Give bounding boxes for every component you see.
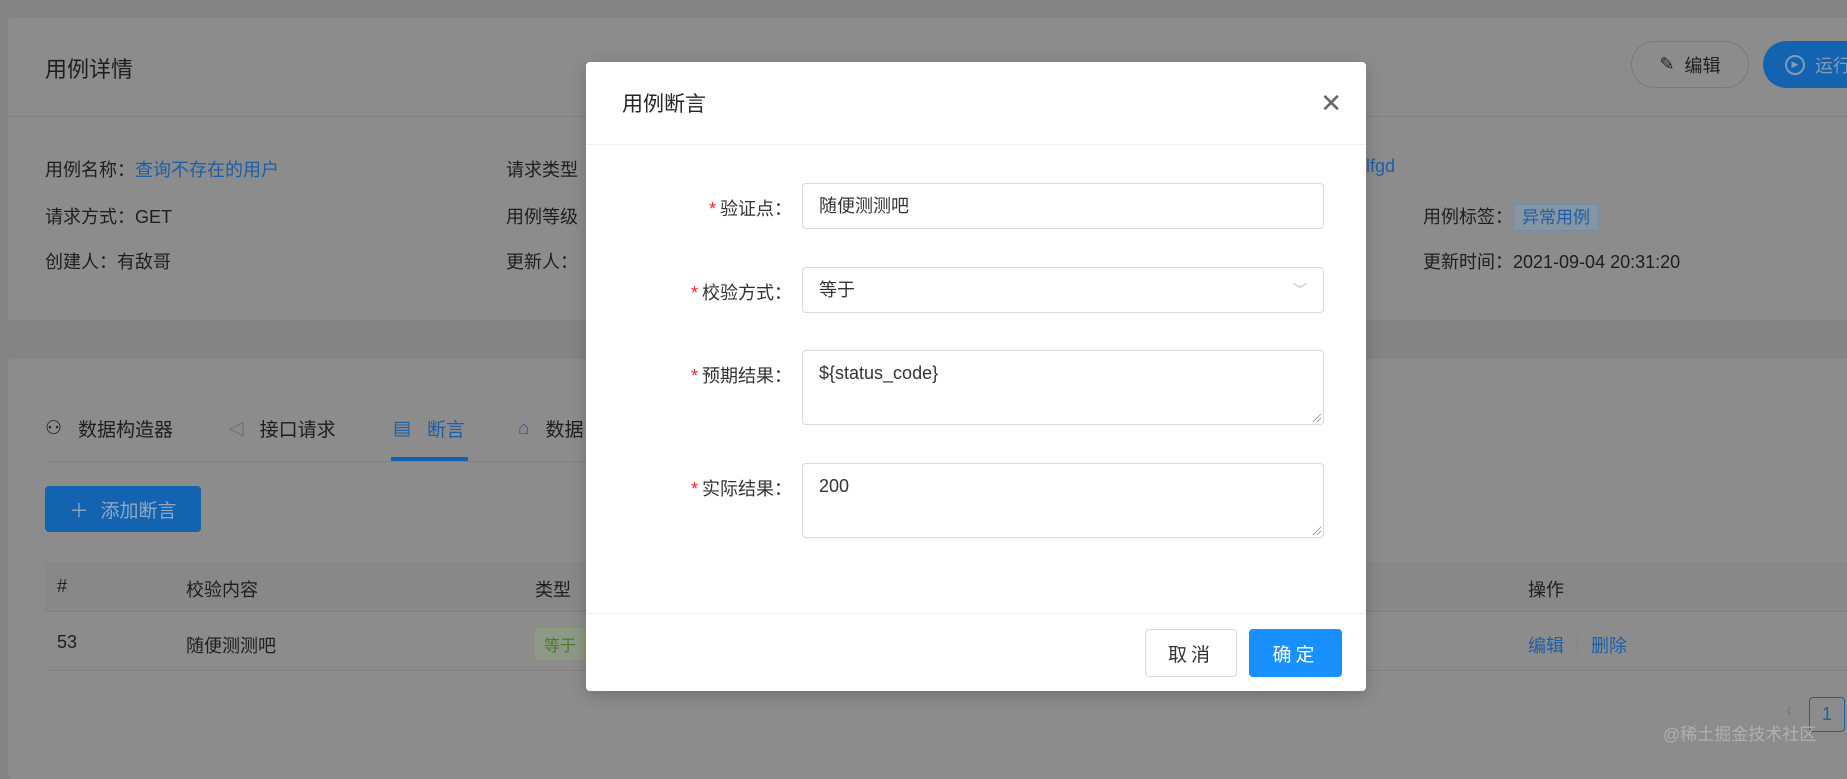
case-tag: 用例标签： 异常用例 [1423, 203, 1599, 231]
expected-textarea[interactable]: ${status_code} [802, 350, 1324, 425]
resize-handle[interactable] [1311, 525, 1321, 535]
method-select[interactable]: 等于 ﹀ [802, 267, 1324, 313]
creator: 创建人：有敌哥 [45, 252, 171, 272]
cluster-icon: ⚇ [45, 418, 63, 439]
watermark: @稀土掘金技术社区 [1663, 725, 1817, 744]
bank-icon: ⌂ [518, 417, 530, 439]
cell-id: 53 [57, 632, 78, 652]
action-divider [1577, 634, 1578, 652]
send-icon: ◁ [229, 418, 244, 439]
page-title: 用例详情 [45, 57, 134, 82]
cancel-button[interactable]: 取消 [1145, 629, 1237, 677]
run-button[interactable]: ▶ 运行 [1763, 41, 1847, 88]
field-label-method: * 校验方式： [690, 283, 792, 303]
tab-bar-line [45, 461, 605, 462]
chevron-down-icon: ﹀ [1293, 282, 1307, 298]
field-label-expected: * 预期结果： [690, 366, 792, 386]
tab-assert[interactable]: ▤ 断言 [393, 415, 465, 442]
th-actions: 操作 [1528, 580, 1564, 600]
active-tab-indicator [391, 457, 468, 461]
req-type-label: 请求类型 [506, 160, 578, 180]
tag-badge: 异常用例 [1513, 204, 1599, 231]
row-edit-link[interactable]: 编辑 [1528, 632, 1564, 658]
row-delete-link[interactable]: 删除 [1591, 632, 1627, 658]
actual-textarea[interactable]: 200 [802, 463, 1324, 538]
tab-api-request[interactable]: ◁ 接口请求 [229, 415, 336, 442]
edit-button[interactable]: ✎ 编辑 [1631, 41, 1749, 88]
modal-footer-divider [586, 613, 1366, 614]
ok-button[interactable]: 确定 [1249, 629, 1342, 677]
case-name-link[interactable]: 查询不存在的用户 [135, 160, 279, 180]
th-content: 校验内容 [186, 580, 258, 600]
cell-content: 随便测测吧 [186, 636, 276, 656]
field-label-actual: * 实际结果： [690, 479, 792, 499]
th-id: # [57, 576, 68, 596]
modal-title: 用例断言 [586, 62, 1366, 145]
partial-value: lfgd [1366, 156, 1396, 176]
add-assert-button[interactable]: ＋添加断言 [45, 486, 201, 532]
updated-time: 更新时间：2021-09-04 20:31:20 [1423, 252, 1681, 272]
plus-icon: ＋ [69, 500, 89, 522]
tab-data-builder[interactable]: ⚇ 数据构造器 [45, 415, 173, 442]
edit-icon: ✎ [1659, 54, 1675, 74]
resize-handle[interactable] [1311, 412, 1321, 422]
assert-modal: 用例断言 ✕ * 验证点： 随便测测吧 * 校验方式： 等于 ﹀ * 预期结果： ${… [586, 62, 1366, 691]
play-circle-icon: ▶ [1785, 54, 1805, 75]
case-name: 用例名称：查询不存在的用户 [45, 160, 279, 180]
prev-page-icon[interactable]: ‹ [1786, 700, 1792, 721]
type-tag: 等于 [535, 628, 586, 660]
close-icon[interactable]: ✕ [1320, 90, 1342, 116]
th-type: 类型 [535, 580, 571, 600]
level-label: 用例等级 [506, 207, 578, 227]
file-icon: ▤ [393, 418, 411, 439]
updater-label: 更新人： [506, 252, 578, 272]
method: 请求方式：GET [45, 207, 173, 227]
tab-data[interactable]: ⌂ 数据 [518, 415, 584, 442]
checkpoint-input[interactable]: 随便测测吧 [802, 183, 1324, 229]
field-label-checkpoint: * 验证点： [708, 199, 792, 219]
